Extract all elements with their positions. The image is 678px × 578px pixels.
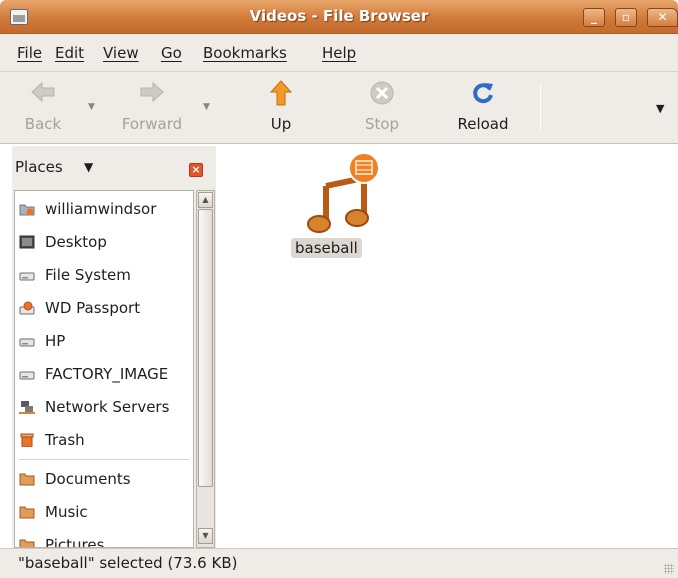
window-title: Videos - File Browser <box>249 7 429 25</box>
back-label: Back <box>24 115 62 133</box>
sidebar-item-desktop[interactable]: Desktop <box>15 226 193 259</box>
up-button[interactable]: Up <box>258 78 304 138</box>
menu-edit[interactable]: Edit <box>55 44 84 62</box>
menu-bar: File Edit View Go Bookmarks Help <box>0 34 678 72</box>
places-list: williamwindsor Desktop File System WD Pa… <box>14 190 194 548</box>
sidebar-item-label: Music <box>45 503 88 521</box>
chevron-down-icon[interactable]: ▼ <box>656 102 664 115</box>
sidebar-item-label: HP <box>45 332 66 350</box>
sidebar-item-music[interactable]: Music <box>15 496 193 529</box>
close-icon[interactable]: × <box>189 163 203 177</box>
toolbar-separator <box>540 84 541 130</box>
close-icon[interactable]: ✕ <box>647 8 678 27</box>
sidebar-item-label: williamwindsor <box>45 200 157 218</box>
stop-button[interactable]: Stop <box>356 78 408 138</box>
usb-drive-icon <box>19 301 35 315</box>
reload-icon <box>473 83 493 104</box>
back-history-chevron-icon[interactable]: ▼ <box>88 102 95 112</box>
scrollbar-thumb[interactable] <box>198 209 213 487</box>
menu-view[interactable]: View <box>103 44 139 62</box>
sidebar-scrollbar[interactable]: ▲ ▼ <box>196 190 215 548</box>
sidebar-item-label: Pictures <box>45 536 105 548</box>
drive-icon <box>19 371 35 380</box>
status-bar: "baseball" selected (73.6 KB) <box>0 548 678 578</box>
folder-icon <box>19 539 35 547</box>
title-bar[interactable]: Videos - File Browser _ ▫ ✕ <box>0 0 678 34</box>
file-view[interactable]: baseball <box>218 146 678 548</box>
file-name-label: baseball <box>291 238 362 258</box>
forward-label: Forward <box>121 115 183 133</box>
sidebar-item-label: FACTORY_IMAGE <box>45 365 169 383</box>
sidebar-item-factory-image[interactable]: FACTORY_IMAGE <box>15 358 193 391</box>
menu-help[interactable]: Help <box>322 44 356 62</box>
reload-button[interactable]: Reload <box>452 78 514 138</box>
sidebar-item-hp[interactable]: HP <box>15 325 193 358</box>
trash-icon <box>20 433 34 447</box>
status-text: "baseball" selected (73.6 KB) <box>18 554 238 572</box>
sidebar-item-label: Network Servers <box>45 398 170 416</box>
drive-icon <box>19 338 35 347</box>
chevron-down-icon[interactable]: ▼ <box>84 160 93 174</box>
music-video-file-icon <box>307 152 380 233</box>
resize-grip-icon[interactable] <box>664 564 674 574</box>
file-item-baseball[interactable]: baseball <box>288 152 380 262</box>
drive-icon <box>19 272 35 281</box>
reload-label: Reload <box>457 115 509 133</box>
maximize-icon[interactable]: ▫ <box>615 8 637 27</box>
sidebar: Places ▼ × williamwindsor Desktop File S… <box>12 146 228 548</box>
menu-bookmarks[interactable]: Bookmarks <box>203 44 287 62</box>
sidebar-item-pictures[interactable]: Pictures <box>15 529 193 548</box>
menu-go[interactable]: Go <box>161 44 182 62</box>
sidebar-item-network-servers[interactable]: Network Servers <box>15 391 193 424</box>
toolbar: Back ▼ Forward ▼ Up Stop Reload ▼ <box>0 72 678 144</box>
minimize-icon[interactable]: _ <box>583 8 605 27</box>
sidebar-item-label: Documents <box>45 470 131 488</box>
forward-history-chevron-icon[interactable]: ▼ <box>203 102 210 112</box>
scroll-down-icon[interactable]: ▼ <box>198 528 213 544</box>
desktop-icon <box>19 235 35 249</box>
left-arrow-icon <box>31 81 55 103</box>
scroll-up-icon[interactable]: ▲ <box>198 192 213 208</box>
places-header[interactable]: Places ▼ × <box>12 146 216 188</box>
places-separator <box>19 459 189 460</box>
folder-icon <box>19 473 35 486</box>
back-button[interactable]: Back <box>14 78 72 138</box>
places-label[interactable]: Places <box>15 158 63 176</box>
sidebar-item-label: Trash <box>45 431 85 449</box>
up-arrow-icon <box>270 80 292 106</box>
menu-file[interactable]: File <box>17 44 42 62</box>
sidebar-item-file-system[interactable]: File System <box>15 259 193 292</box>
network-icon <box>19 401 35 414</box>
sidebar-item-label: WD Passport <box>45 299 141 317</box>
folder-icon <box>19 506 35 519</box>
stop-icon <box>370 81 394 105</box>
stop-label: Stop <box>364 115 400 133</box>
home-folder-icon <box>19 204 35 216</box>
sidebar-item-trash[interactable]: Trash <box>15 424 193 457</box>
sidebar-item-documents[interactable]: Documents <box>15 463 193 496</box>
forward-button[interactable]: Forward <box>112 78 192 138</box>
sidebar-item-label: File System <box>45 266 131 284</box>
sidebar-item-williamwindsor[interactable]: williamwindsor <box>15 193 193 226</box>
up-label: Up <box>270 115 292 133</box>
right-arrow-icon <box>140 81 164 103</box>
sidebar-item-label: Desktop <box>45 233 107 251</box>
sidebar-item-wd-passport[interactable]: WD Passport <box>15 292 193 325</box>
